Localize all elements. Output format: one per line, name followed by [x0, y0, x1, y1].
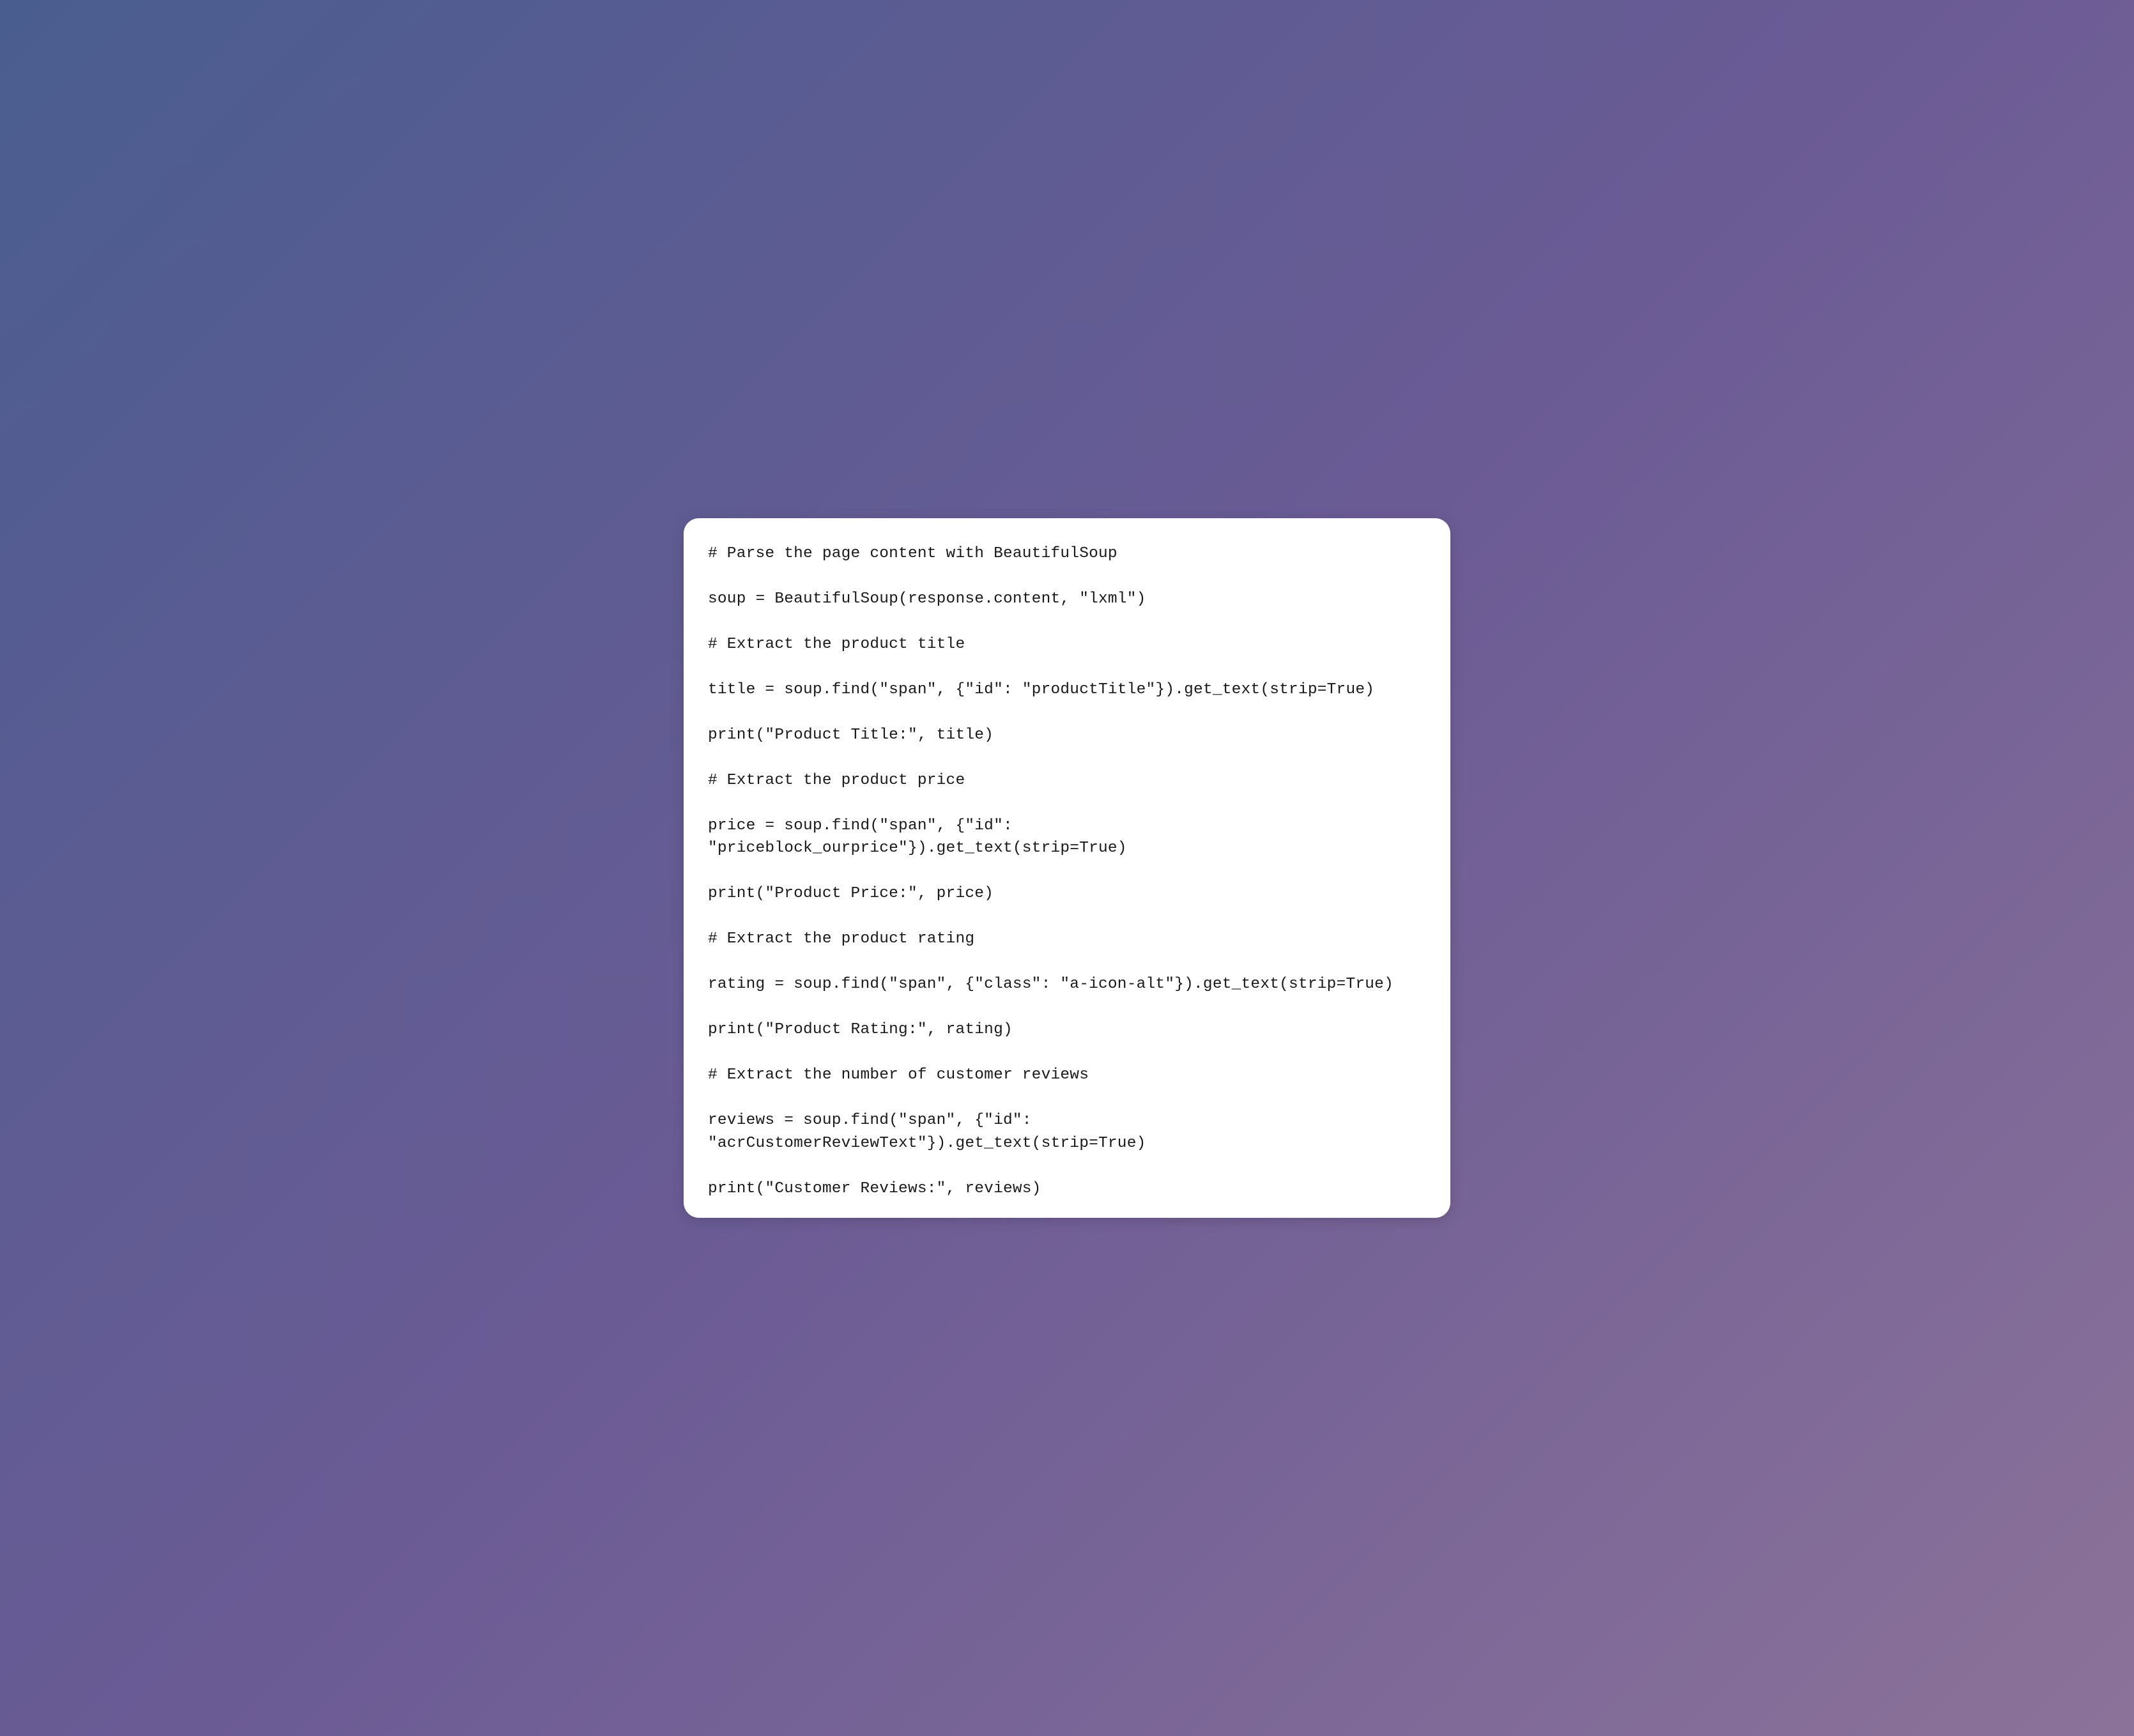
- code-line: [708, 792, 1426, 815]
- code-line: # Extract the product title: [708, 633, 1426, 656]
- code-line: [708, 905, 1426, 928]
- code-line: reviews = soup.find("span", {"id": "acrC…: [708, 1109, 1426, 1155]
- code-line: [708, 1041, 1426, 1064]
- code-line: [708, 860, 1426, 883]
- code-line: [708, 1155, 1426, 1178]
- code-line: [708, 1087, 1426, 1110]
- code-line: soup = BeautifulSoup(response.content, "…: [708, 588, 1426, 611]
- code-line: price = soup.find("span", {"id": "priceb…: [708, 815, 1426, 860]
- code-line: # Parse the page content with BeautifulS…: [708, 542, 1426, 565]
- code-block: # Parse the page content with BeautifulS…: [684, 518, 1450, 1218]
- code-line: # Extract the product price: [708, 769, 1426, 792]
- code-line: [708, 656, 1426, 679]
- code-line: print("Product Title:", title): [708, 724, 1426, 747]
- code-line: [708, 746, 1426, 769]
- code-line: [708, 565, 1426, 588]
- code-content: # Parse the page content with BeautifulS…: [708, 542, 1426, 1201]
- code-line: [708, 610, 1426, 633]
- code-line: [708, 701, 1426, 724]
- code-line: [708, 996, 1426, 1019]
- code-line: [708, 951, 1426, 974]
- code-line: title = soup.find("span", {"id": "produc…: [708, 679, 1426, 702]
- code-line: # Extract the product rating: [708, 928, 1426, 951]
- code-line: print("Customer Reviews:", reviews): [708, 1178, 1426, 1201]
- code-line: # Extract the number of customer reviews: [708, 1064, 1426, 1087]
- code-line: print("Product Rating:", rating): [708, 1018, 1426, 1041]
- code-line: print("Product Price:", price): [708, 882, 1426, 905]
- code-line: rating = soup.find("span", {"class": "a-…: [708, 973, 1426, 996]
